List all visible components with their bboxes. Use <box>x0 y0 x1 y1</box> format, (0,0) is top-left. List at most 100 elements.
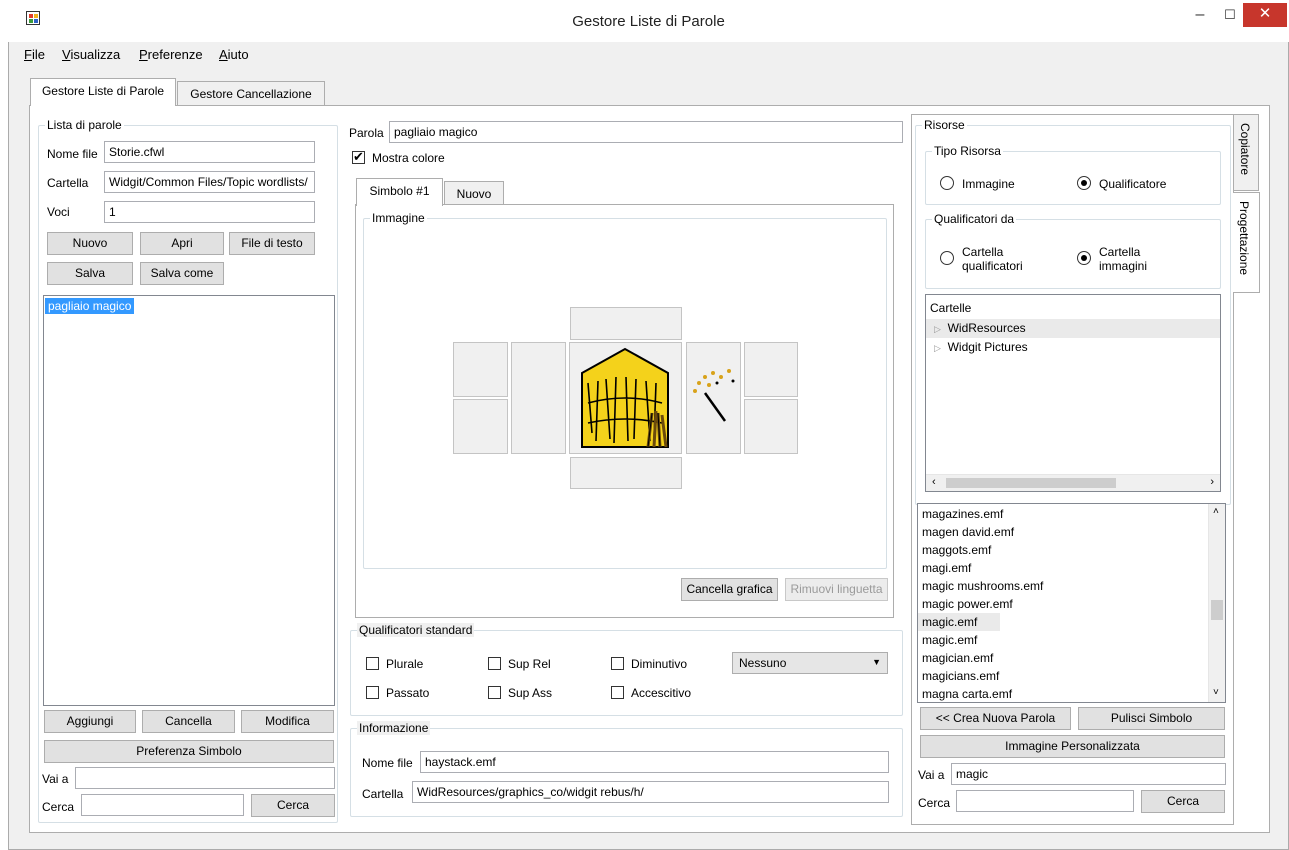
scroll-up-icon[interactable]: ˄ <box>1213 506 1219 517</box>
menu-view[interactable]: Visualizza <box>62 47 120 62</box>
res-search-field[interactable] <box>956 790 1134 812</box>
list-item[interactable]: maggots.emf <box>918 541 1225 559</box>
word-listbox[interactable]: pagliaio magico <box>43 295 335 706</box>
augmentative-checkbox[interactable] <box>611 686 624 699</box>
word-label: Parola <box>349 126 384 140</box>
search-field[interactable] <box>81 794 244 816</box>
qualifier-radio-label: Qualificatore <box>1099 177 1167 191</box>
scroll-left-icon[interactable]: ‹ <box>932 476 936 488</box>
custom-image-button[interactable]: Immagine Personalizzata <box>920 735 1225 758</box>
tab-copier[interactable]: Copiatore <box>1234 114 1259 191</box>
list-item[interactable]: magen david.emf <box>918 523 1225 541</box>
close-button[interactable]: ✕ <box>1243 3 1287 27</box>
scroll-thumb[interactable] <box>946 478 1116 488</box>
plural-label: Plurale <box>386 657 424 671</box>
file-list-scrollbar[interactable]: ˄ ˅ <box>1208 504 1225 702</box>
image-folder-label: Cartella immagini <box>1099 245 1148 273</box>
right-outer-top-slot[interactable] <box>744 342 798 397</box>
save-as-button[interactable]: Salva come <box>140 262 224 285</box>
menu-bar: File Visualizza Preferenze Aiuto <box>9 42 1288 66</box>
bottom-qualifier-slot[interactable] <box>570 457 682 489</box>
list-item[interactable]: pagliaio magico <box>44 296 334 316</box>
tab-design[interactable]: Progettazione <box>1233 192 1260 293</box>
res-goto-field[interactable]: magic <box>951 763 1226 785</box>
main-symbol-slot[interactable] <box>569 342 682 454</box>
resource-type-title: Tipo Risorsa <box>932 144 1003 158</box>
right-outer-bottom-slot[interactable] <box>744 399 798 454</box>
maximize-button[interactable]: ☐ <box>1214 3 1246 29</box>
sup-ass-label: Sup Ass <box>508 686 553 700</box>
add-word-button[interactable]: Aggiungi <box>44 710 136 733</box>
search-button[interactable]: Cerca <box>251 794 335 817</box>
show-color-checkbox[interactable] <box>352 149 365 165</box>
left-outer-top-slot[interactable] <box>453 342 508 397</box>
clear-graphic-button[interactable]: Cancella grafica <box>681 578 778 601</box>
past-checkbox[interactable] <box>366 686 379 699</box>
chevron-down-icon: ▼ <box>872 657 881 667</box>
sup-rel-checkbox[interactable] <box>488 657 501 670</box>
entries-field[interactable]: 1 <box>104 201 315 223</box>
left-inner-slot[interactable] <box>511 342 566 454</box>
list-item[interactable]: magician.emf <box>918 649 1225 667</box>
diminutive-checkbox[interactable] <box>611 657 624 670</box>
show-color-label: Mostra colore <box>372 151 445 165</box>
menu-file[interactable]: File <box>24 47 45 62</box>
list-item[interactable]: magic.emf <box>918 613 1000 631</box>
right-inner-slot[interactable] <box>686 342 741 454</box>
plural-checkbox[interactable] <box>366 657 379 670</box>
filename-field[interactable]: Storie.cfwl <box>104 141 315 163</box>
list-item[interactable]: magic.emf <box>918 631 1225 649</box>
sup-ass-checkbox[interactable] <box>488 686 501 699</box>
open-list-button[interactable]: Apri <box>140 232 224 255</box>
symbol-preference-button[interactable]: Preferenza Simbolo <box>44 740 334 763</box>
delete-word-button[interactable]: Cancella <box>142 710 235 733</box>
minimize-button[interactable]: – <box>1184 3 1216 29</box>
qualifiers-group-title: Qualificatori standard <box>357 623 475 637</box>
tab-symbol-1[interactable]: Simbolo #1 <box>356 178 443 206</box>
info-filename-field: haystack.emf <box>420 751 889 773</box>
image-radio[interactable] <box>940 176 954 190</box>
menu-help[interactable]: Aiuto <box>219 47 249 62</box>
list-item[interactable]: magic power.emf <box>918 595 1225 613</box>
res-search-button[interactable]: Cerca <box>1141 790 1225 813</box>
list-item[interactable]: magna carta.emf <box>918 685 1225 702</box>
scroll-right-icon[interactable]: › <box>1210 476 1214 488</box>
sup-rel-label: Sup Rel <box>508 657 551 671</box>
clear-symbol-button[interactable]: Pulisci Simbolo <box>1078 707 1225 730</box>
list-item[interactable]: magazines.emf <box>918 505 1225 523</box>
create-new-word-button[interactable]: << Crea Nuova Parola <box>920 707 1071 730</box>
res-goto-label: Vai a <box>918 768 945 782</box>
entries-label: Voci <box>47 205 70 219</box>
list-item[interactable]: magicians.emf <box>918 667 1225 685</box>
tree-item[interactable]: ▷ WidResources <box>926 319 1220 338</box>
qualifier-folder-radio[interactable] <box>940 251 954 265</box>
list-item[interactable]: magic mushrooms.emf <box>918 577 1225 595</box>
tree-horizontal-scrollbar[interactable]: ‹ › <box>926 474 1220 491</box>
goto-field[interactable] <box>75 767 335 789</box>
image-folder-radio[interactable] <box>1077 251 1091 265</box>
left-outer-bottom-slot[interactable] <box>453 399 508 454</box>
expand-arrow-icon: ▷ <box>934 324 941 334</box>
qualifier-radio[interactable] <box>1077 176 1091 190</box>
word-field[interactable]: pagliaio magico <box>389 121 903 143</box>
edit-word-button[interactable]: Modifica <box>241 710 334 733</box>
file-listbox[interactable]: magazines.emf magen david.emf maggots.em… <box>917 503 1226 703</box>
top-qualifier-slot[interactable] <box>570 307 682 340</box>
new-list-button[interactable]: Nuovo <box>47 232 133 255</box>
remove-tab-button[interactable]: Rimuovi linguetta <box>785 578 888 601</box>
tree-item[interactable]: ▷ Widgit Pictures <box>926 338 1220 357</box>
scroll-thumb[interactable] <box>1211 600 1223 620</box>
list-item[interactable]: magi.emf <box>918 559 1225 577</box>
scroll-down-icon[interactable]: ˅ <box>1213 687 1219 698</box>
save-button[interactable]: Salva <box>47 262 133 285</box>
qualifier-dropdown[interactable]: Nessuno ▼ <box>732 652 888 674</box>
past-label: Passato <box>386 686 430 700</box>
folder-label: Cartella <box>47 176 89 190</box>
tab-word-list-manager[interactable]: Gestore Liste di Parole <box>30 78 176 106</box>
tab-deletion-manager[interactable]: Gestore Cancellazione <box>177 81 325 107</box>
text-file-button[interactable]: File di testo <box>229 232 315 255</box>
folder-tree[interactable]: Cartelle ▷ WidResources ▷ Widgit Picture… <box>925 294 1221 492</box>
info-folder-field: WidResources/graphics_co/widgit rebus/h/ <box>412 781 889 803</box>
folder-field[interactable]: Widgit/Common Files/Topic wordlists/ <box>104 171 315 193</box>
menu-preferences[interactable]: Preferenze <box>139 47 203 62</box>
